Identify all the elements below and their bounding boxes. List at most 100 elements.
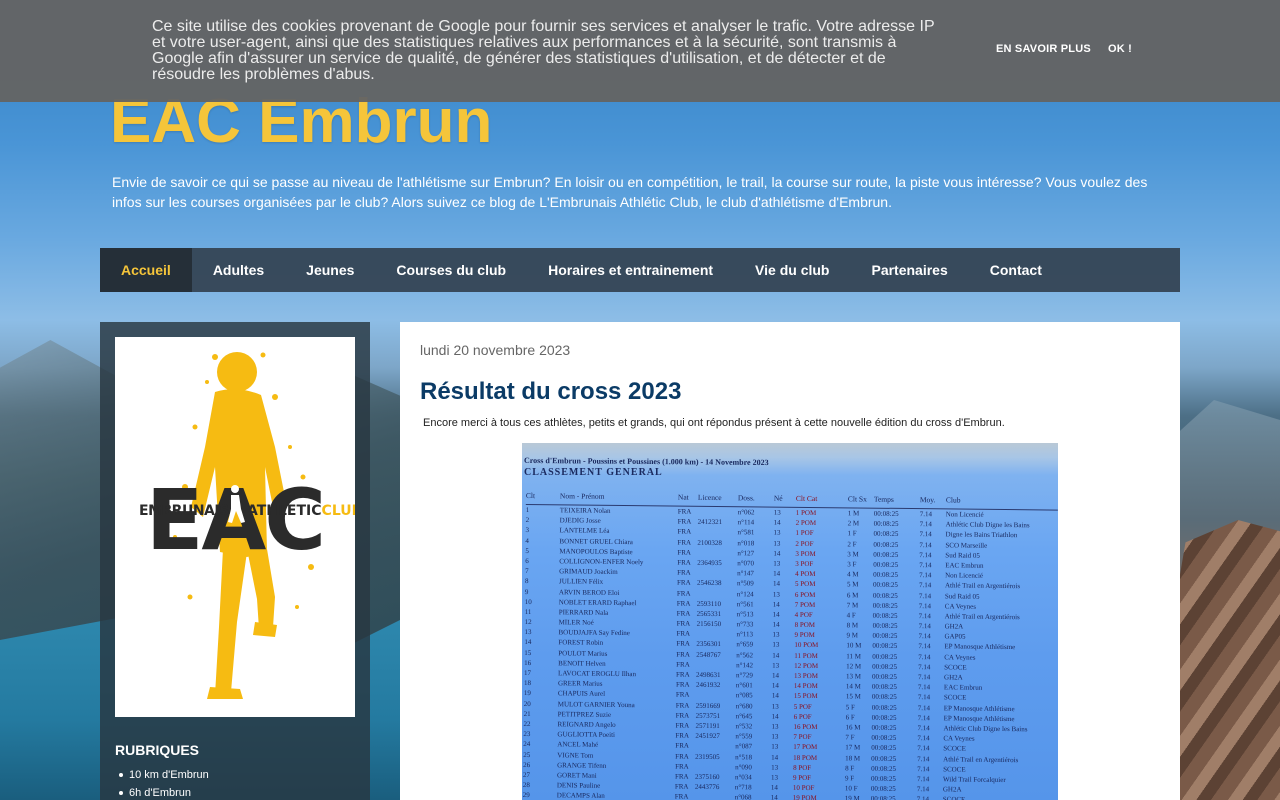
results-cell: FRA [676, 599, 691, 608]
results-cell: n°729 [736, 671, 753, 680]
photo-class-label: CLASSEMENT GENERAL [524, 467, 663, 478]
results-cell: 5 M [846, 580, 859, 589]
sidebar-item[interactable]: 10 km d'Embrun [115, 766, 209, 784]
results-cell: 00:08:25 [872, 591, 898, 600]
results-cell: 10 POF [792, 783, 815, 793]
results-cell: 00:08:25 [871, 723, 897, 732]
results-cell: 4 [525, 536, 530, 545]
results-cell: 00:08:25 [871, 713, 897, 722]
logo-lettering: EAC EMBRUNAIS ATHLETICCLUB [139, 471, 355, 569]
post-intro: Encore merci à tous ces athlètes, petits… [423, 417, 1005, 429]
results-cell: 6 POF [793, 712, 812, 721]
results-cell: 3 [525, 526, 530, 535]
results-cell: FRA [675, 731, 690, 740]
nav-item-jeunes[interactable]: Jeunes [285, 248, 375, 292]
photo-header: Cross d'Embrun - Poussins et Poussines (… [523, 455, 769, 468]
results-column-header: Nom - Prénom [559, 491, 605, 501]
results-cell: 7.14 [918, 673, 931, 682]
results-cell: 16 POM [793, 722, 818, 732]
results-cell: 13 [524, 628, 532, 637]
nav-item-adultes[interactable]: Adultes [192, 248, 285, 292]
cookie-ok-button[interactable]: OK ! [1108, 43, 1132, 55]
results-cell: 17 [524, 668, 532, 678]
nav-item-courses-du-club[interactable]: Courses du club [375, 248, 527, 292]
results-cell: 15 [524, 648, 532, 657]
results-cell: 2548767 [696, 650, 721, 659]
results-cell: 7.14 [919, 540, 932, 549]
results-cell: 14 [770, 793, 778, 800]
results-cell: 00:08:25 [871, 764, 897, 773]
results-cell: FRA [674, 782, 689, 791]
results-cell: n°087 [735, 742, 753, 751]
site-description: Envie de savoir ce qui se passe au nivea… [112, 174, 1148, 210]
results-cell: 26 [523, 760, 531, 769]
sidebar-heading: RUBRIQUES [115, 742, 200, 758]
results-cell: n°559 [735, 732, 753, 741]
cookie-text: Ce site utilise des cookies provenant de… [152, 18, 935, 83]
results-cell: 1 POF [795, 529, 814, 538]
post-title[interactable]: Résultat du cross 2023 [420, 378, 681, 406]
results-cell: 2364935 [697, 558, 722, 567]
results-cell: FRA [676, 609, 691, 618]
results-cell: 12 POM [794, 661, 819, 670]
results-cell: 00:08:25 [870, 784, 896, 793]
results-cell [697, 568, 737, 579]
results-cell: 14 [773, 569, 781, 578]
nav-item-horaires-et-entrainement[interactable]: Horaires et entrainement [527, 248, 734, 292]
results-cell: 2593110 [696, 599, 722, 608]
results-cell: 13 POM [794, 671, 819, 681]
results-cell: FRA [675, 752, 689, 761]
results-cell: 21 [523, 709, 531, 718]
results-cell: FRA [675, 721, 690, 730]
club-logo[interactable]: EAC EMBRUNAIS ATHLETICCLUB [115, 337, 355, 717]
results-photo[interactable]: Cross d'Embrun - Poussins et Poussines (… [522, 443, 1058, 800]
cookie-banner: Ce site utilise des cookies provenant de… [0, 0, 1280, 102]
results-cell: 7.14 [919, 550, 932, 560]
results-cell: 00:08:25 [871, 682, 897, 692]
results-cell: 14 [770, 783, 778, 792]
sidebar-item[interactable]: 6h d'Embrun [115, 784, 209, 800]
results-cell [695, 741, 735, 752]
nav-item-vie-du-club[interactable]: Vie du club [734, 248, 850, 292]
nav-item-partenaires[interactable]: Partenaires [850, 248, 968, 292]
results-column-header: Temps [873, 494, 894, 504]
results-cell: 4 POM [795, 569, 816, 579]
results-cell: 14 [773, 518, 781, 527]
results-cell: 00:08:25 [873, 540, 899, 549]
results-cell: n°680 [735, 701, 753, 710]
nav-item-contact[interactable]: Contact [969, 248, 1063, 292]
results-cell: 7.14 [916, 795, 930, 800]
results-cell: 7.14 [917, 754, 930, 763]
results-cell: 7.14 [917, 693, 931, 702]
results-cell: 3 POF [795, 559, 814, 568]
results-cell: 14 [771, 753, 779, 762]
results-cell: 2571191 [695, 721, 720, 730]
results-cell: 2573751 [695, 711, 721, 720]
results-cell: 7.14 [919, 520, 932, 529]
nav-item-accueil[interactable]: Accueil [100, 248, 192, 292]
results-cell: 00:08:25 [871, 733, 897, 743]
results-cell: 7.14 [918, 642, 931, 651]
results-cell: n°509 [736, 579, 754, 588]
results-cell: 12 M [846, 662, 862, 671]
results-cell [697, 588, 737, 599]
results-cell: FRA [677, 517, 692, 526]
results-cell: 28 [522, 781, 530, 790]
results-cell: 7 M [846, 601, 859, 610]
results-cell: 3 POM [795, 549, 816, 558]
results-cell: 7.14 [919, 571, 932, 580]
results-cell: 1 M [847, 509, 860, 518]
results-cell: FRA [676, 578, 691, 588]
results-cell: n°142 [736, 661, 754, 670]
results-cell: 13 [771, 742, 779, 751]
results-cell: 00:08:25 [872, 672, 897, 681]
results-cell: 00:08:25 [873, 550, 899, 559]
svg-text:EMBRUNAIS: EMBRUNAIS [139, 503, 229, 519]
results-cell: FRA [677, 538, 692, 547]
results-cell: 7.14 [916, 785, 930, 794]
results-cell: 10 M [846, 641, 862, 650]
sidebar: EAC EMBRUNAIS ATHLETICCLUB RUBRIQUES 10 … [100, 322, 370, 800]
results-cell: n°733 [736, 620, 754, 629]
results-column-header: Né [773, 493, 783, 503]
cookie-learn-more-link[interactable]: EN SAVOIR PLUS [996, 43, 1091, 55]
